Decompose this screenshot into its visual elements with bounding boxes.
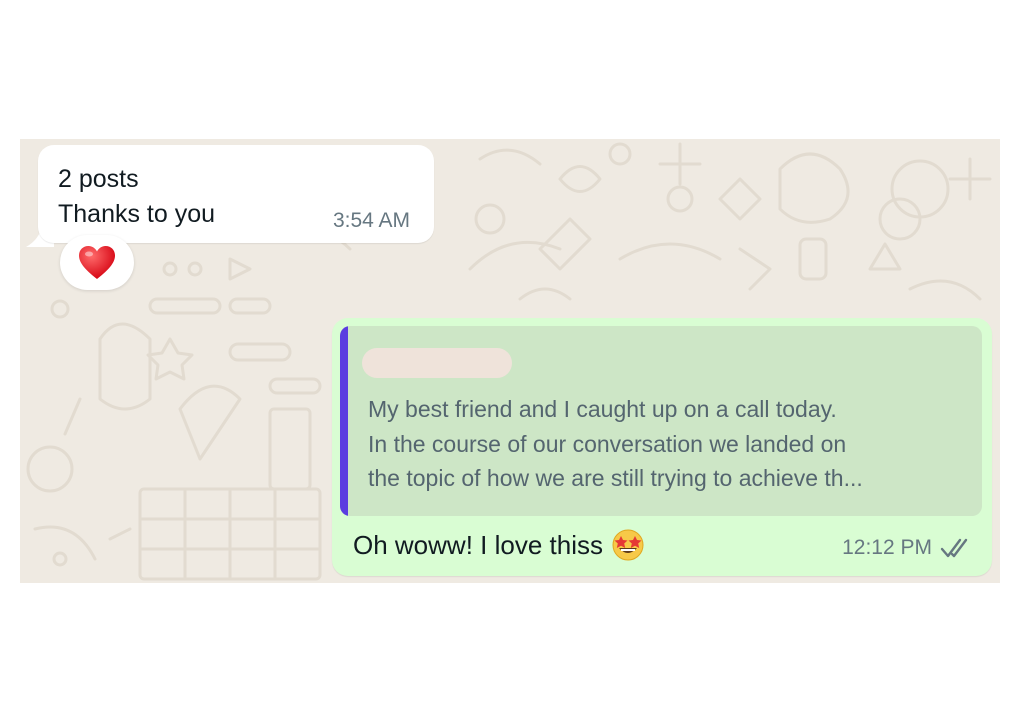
message-reaction[interactable] <box>60 235 134 290</box>
quote-accent-bar <box>340 326 348 516</box>
star-struck-emoji-icon <box>612 529 644 561</box>
quoted-message[interactable]: My best friend and I caught up on a call… <box>340 326 982 516</box>
chat-area[interactable]: 2 posts Thanks to you 3:54 AM My best fr… <box>20 139 1000 583</box>
outgoing-message-text: Oh woww! I love thiss <box>353 529 603 560</box>
quoted-text-line: the topic of how we are still trying to … <box>368 465 863 491</box>
quoted-sender-name-redacted <box>362 348 512 378</box>
incoming-message-bubble[interactable]: 2 posts Thanks to you 3:54 AM <box>38 145 434 243</box>
incoming-message-line: 2 posts <box>58 165 139 193</box>
double-check-icon <box>940 538 968 558</box>
quoted-text-line: In the course of our conversation we lan… <box>368 431 847 457</box>
red-heart-icon <box>79 245 115 279</box>
outgoing-message-meta: 12:12 PM <box>842 536 974 560</box>
outgoing-message-time: 12:12 PM <box>842 536 932 559</box>
incoming-message-time: 3:54 AM <box>332 209 410 232</box>
quoted-text-line: My best friend and I caught up on a call… <box>368 396 837 422</box>
outgoing-message-bubble[interactable]: My best friend and I caught up on a call… <box>332 318 992 576</box>
outgoing-message-text-row: Oh woww! I love thiss <box>353 528 645 562</box>
incoming-message-line: Thanks to you <box>58 200 216 228</box>
